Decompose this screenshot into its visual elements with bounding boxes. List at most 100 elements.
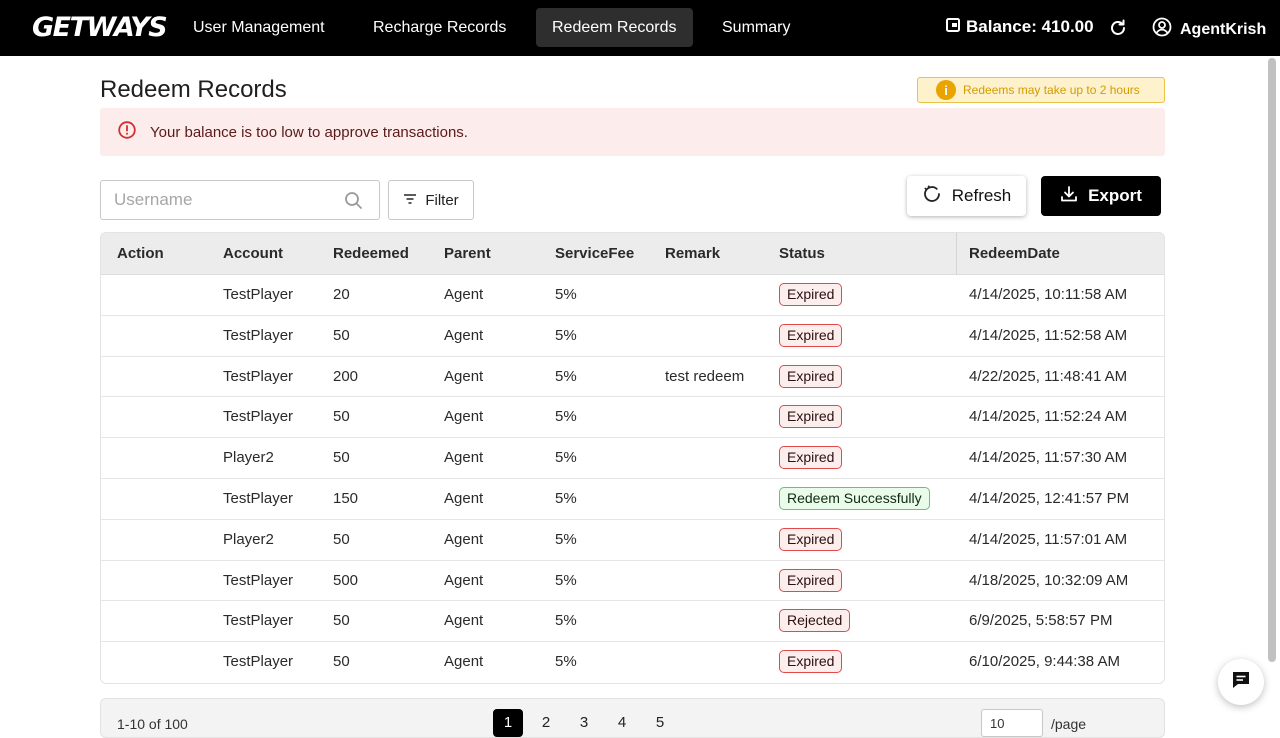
- cell-servicefee: 5%: [555, 286, 577, 303]
- cell-redeemed: 150: [333, 489, 359, 507]
- col-header-redeemed[interactable]: Redeemed: [333, 245, 409, 262]
- cell-redeemdate: 4/14/2025, 11:52:58 AM: [969, 326, 1128, 344]
- status-badge: Expired: [779, 568, 843, 592]
- page-scrollbar[interactable]: [1268, 58, 1276, 662]
- logo[interactable]: GETWAYS: [32, 12, 168, 43]
- cell-servicefee: 5%: [555, 408, 577, 426]
- wallet-icon: [946, 17, 966, 37]
- table-row[interactable]: Player2 50 Agent 5% Expired 4/14/2025, 11:57:…: [101, 520, 1164, 561]
- table-row[interactable]: TestPlayer 50 Agent 5% Expired 6/10/2025, 9:4…: [101, 642, 1164, 683]
- cell-redeemed: 50: [333, 612, 350, 630]
- cell-account: TestPlayer: [223, 653, 294, 671]
- cell-servicefee: 5%: [555, 326, 577, 344]
- export-button[interactable]: Export: [1041, 176, 1161, 216]
- table-row[interactable]: Player2 50 Agent 5% Expired 4/14/2025, 11:57:…: [101, 438, 1164, 479]
- table-row[interactable]: TestPlayer 50 Agent 5% Rejected 6/9/2025, 5:5…: [101, 601, 1164, 643]
- search-box: [100, 180, 380, 220]
- status-badge: Expired: [779, 283, 843, 306]
- chat-button[interactable]: [1218, 659, 1264, 705]
- col-header-status[interactable]: Status: [779, 245, 825, 262]
- balance-display: Balance: 410.00: [946, 17, 1094, 37]
- status-badge: Expired: [779, 446, 843, 470]
- cell-account: Player2: [223, 449, 274, 467]
- nav-item-summary[interactable]: Summary: [706, 8, 806, 47]
- cell-redeemdate: 4/14/2025, 11:57:30 AM: [969, 449, 1128, 467]
- page-button-2[interactable]: 2: [531, 709, 561, 737]
- col-header-redeemdate[interactable]: RedeemDate: [969, 245, 1060, 262]
- cell-redeemed: 50: [333, 653, 350, 671]
- status-badge: Expired: [779, 650, 843, 674]
- cell-account: TestPlayer: [223, 571, 294, 589]
- chat-icon: [1230, 669, 1252, 696]
- table-body: TestPlayer 20 Agent 5% Expired 4/14/2025, 10:…: [101, 275, 1164, 683]
- cell-parent: Agent: [444, 653, 484, 671]
- cell-parent: Agent: [444, 286, 484, 303]
- search-input[interactable]: [101, 190, 331, 210]
- col-header-action[interactable]: Action: [117, 245, 164, 262]
- alert-text: Your balance is too low to approve trans…: [150, 123, 468, 141]
- table-row[interactable]: TestPlayer 50 Agent 5% Expired 4/14/2025, 11:…: [101, 397, 1164, 439]
- search-icon[interactable]: [344, 191, 363, 215]
- download-icon: [1060, 185, 1088, 208]
- refresh-button[interactable]: Refresh: [907, 176, 1026, 216]
- cell-servicefee: 5%: [555, 489, 577, 507]
- export-label: Export: [1088, 186, 1142, 205]
- nav-item-recharge-records[interactable]: Recharge Records: [357, 8, 522, 47]
- user-circle-icon: [1152, 17, 1180, 42]
- cell-parent: Agent: [444, 489, 484, 507]
- refresh-label: Refresh: [951, 186, 1012, 205]
- cell-redeemdate: 4/18/2025, 10:32:09 AM: [969, 571, 1129, 589]
- per-page-label: /page: [1051, 716, 1087, 732]
- status-badge: Expired: [779, 364, 843, 388]
- cell-redeemed: 20: [333, 286, 350, 303]
- cell-parent: Agent: [444, 408, 484, 426]
- cell-redeemdate: 4/14/2025, 11:52:24 AM: [969, 408, 1128, 426]
- table-row[interactable]: TestPlayer 50 Agent 5% Expired 4/14/2025, 11:…: [101, 316, 1164, 357]
- info-icon: i: [936, 80, 956, 100]
- user-menu[interactable]: AgentKrish: [1152, 17, 1266, 42]
- table-row[interactable]: TestPlayer 500 Agent 5% Expired 4/18/2025, 10…: [101, 561, 1164, 602]
- table-row[interactable]: TestPlayer 200 Agent 5% test redeem Expired 4/…: [101, 357, 1164, 398]
- status-badge: Expired: [779, 527, 843, 551]
- column-divider[interactable]: [956, 233, 957, 275]
- reload-icon[interactable]: [1108, 18, 1128, 43]
- page-button-3[interactable]: 3: [569, 709, 599, 737]
- cell-redeemed: 500: [333, 571, 359, 589]
- table-header: Action Account Redeemed Parent ServiceFe…: [101, 233, 1164, 275]
- cell-parent: Agent: [444, 367, 484, 385]
- col-header-remark[interactable]: Remark: [665, 245, 720, 262]
- notice-text: Redeems may take up to 2 hours: [963, 83, 1140, 97]
- top-nav: GETWAYS User Management Recharge Records…: [0, 0, 1280, 56]
- status-badge: Expired: [779, 405, 843, 429]
- status-badge: Redeem Successfully: [779, 486, 930, 510]
- cell-redeemdate: 4/22/2025, 11:48:41 AM: [969, 367, 1128, 385]
- status-badge: Expired: [779, 323, 843, 347]
- cell-redeemed: 50: [333, 408, 350, 426]
- cell-servicefee: 5%: [555, 612, 577, 630]
- filter-icon: [403, 192, 425, 209]
- col-header-parent[interactable]: Parent: [444, 245, 491, 262]
- page-button-1[interactable]: 1: [493, 709, 523, 737]
- low-balance-alert: Your balance is too low to approve trans…: [100, 108, 1165, 156]
- col-header-account[interactable]: Account: [223, 245, 283, 262]
- table-row[interactable]: TestPlayer 150 Agent 5% Redeem Successfully 4…: [101, 479, 1164, 520]
- filter-button[interactable]: Filter: [388, 180, 474, 220]
- page-button-4[interactable]: 4: [607, 709, 637, 737]
- filter-label: Filter: [425, 191, 459, 209]
- page-size-select[interactable]: 10: [981, 709, 1043, 737]
- cell-servicefee: 5%: [555, 449, 577, 467]
- cell-account: TestPlayer: [223, 612, 294, 630]
- nav-item-user-management[interactable]: User Management: [177, 8, 341, 47]
- cell-redeemdate: 4/14/2025, 10:11:58 AM: [969, 286, 1128, 303]
- cell-redeemdate: 6/9/2025, 5:58:57 PM: [969, 612, 1113, 630]
- cell-servicefee: 5%: [555, 653, 577, 671]
- nav-item-redeem-records[interactable]: Redeem Records: [536, 8, 693, 47]
- cell-redeemed: 50: [333, 530, 350, 548]
- cell-account: TestPlayer: [223, 286, 294, 303]
- page-button-5[interactable]: 5: [645, 709, 675, 737]
- cell-redeemdate: 4/14/2025, 11:57:01 AM: [969, 530, 1128, 548]
- redeem-notice: i Redeems may take up to 2 hours: [917, 77, 1165, 103]
- cell-account: Player2: [223, 530, 274, 548]
- table-row[interactable]: TestPlayer 20 Agent 5% Expired 4/14/2025, 10:…: [101, 275, 1164, 316]
- col-header-servicefee[interactable]: ServiceFee: [555, 245, 634, 262]
